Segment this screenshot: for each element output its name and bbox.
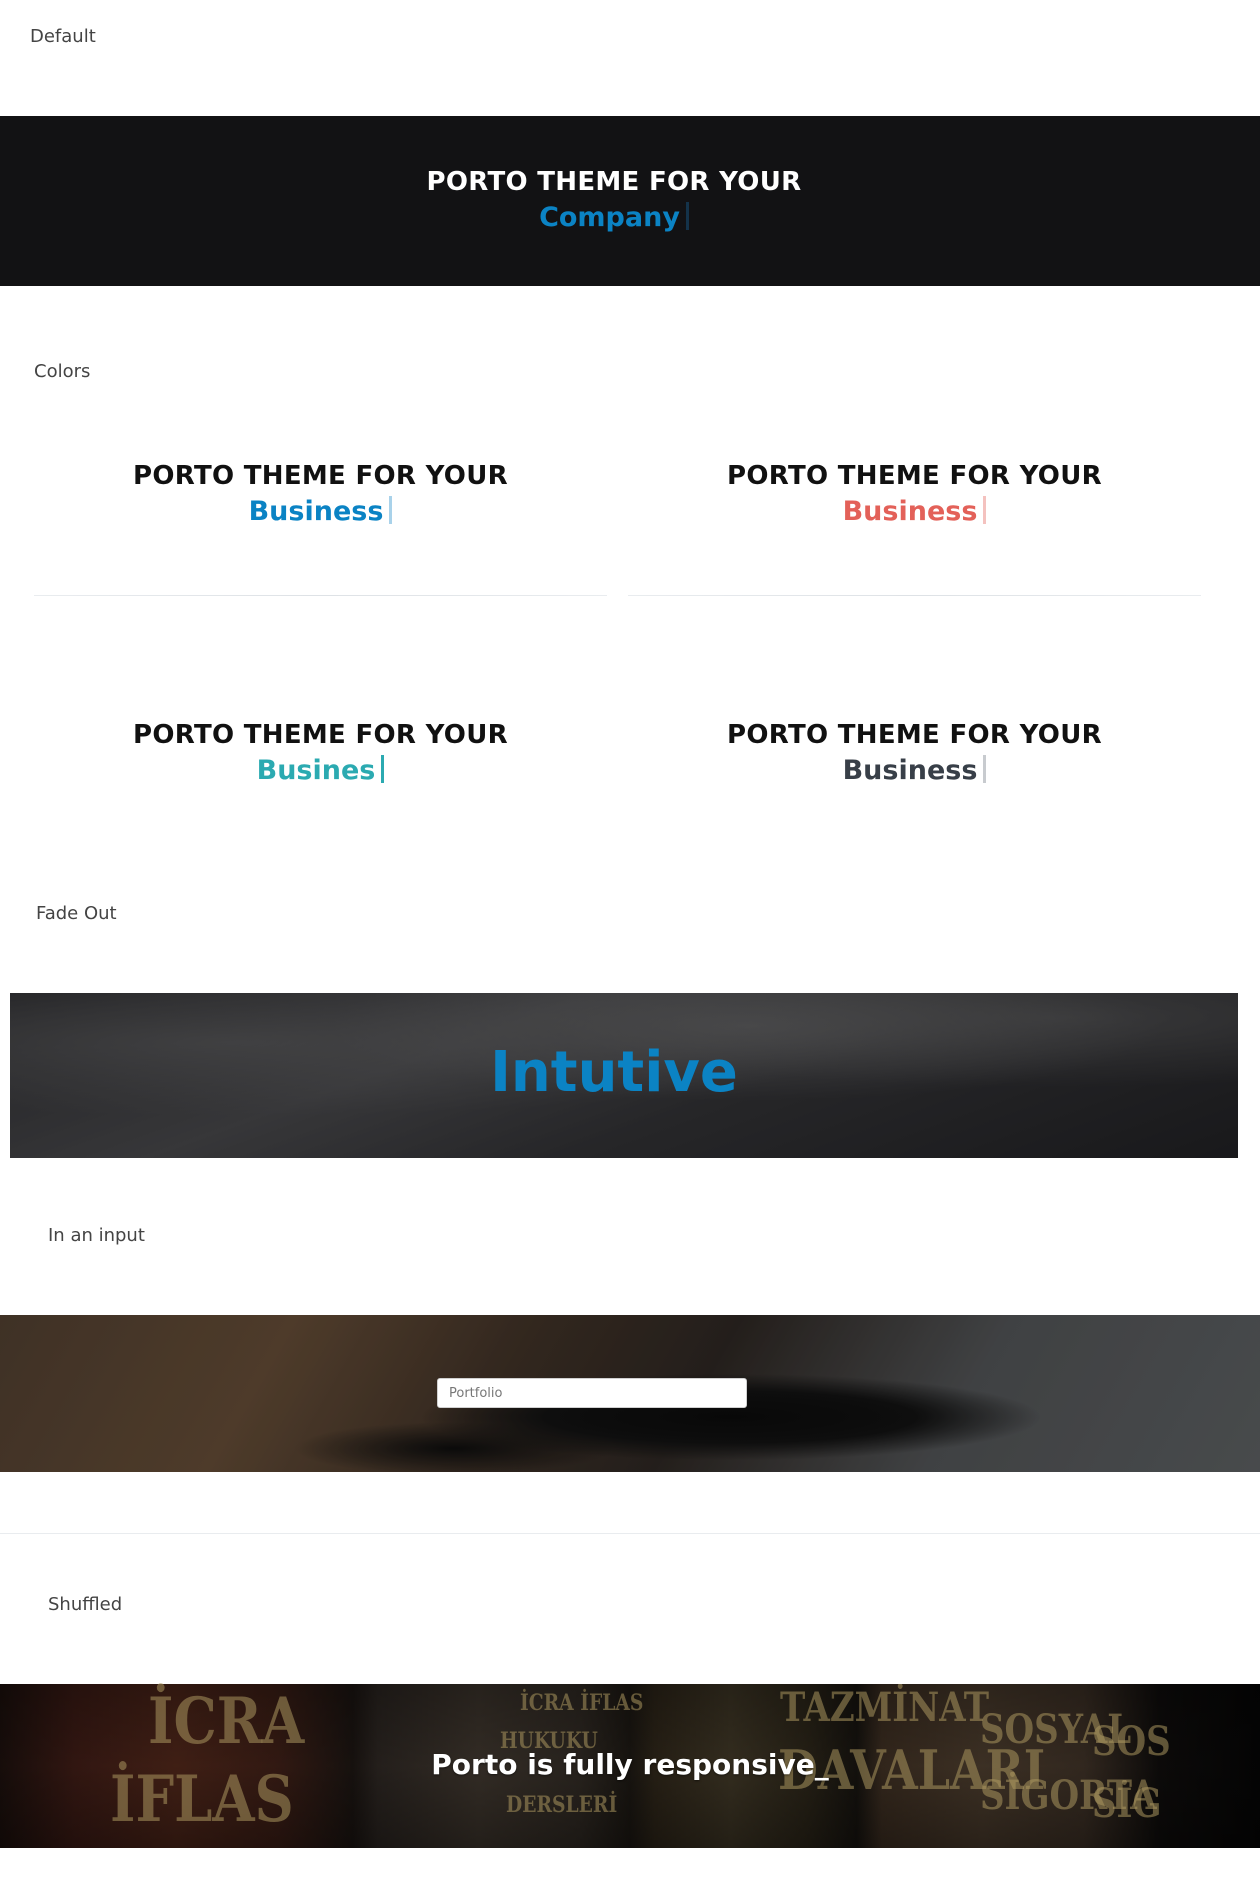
section-label-fade-out: Fade Out	[36, 903, 117, 924]
typewriter-word: Company	[539, 201, 680, 233]
color-demo-primary: PORTO THEME FOR YOUR Business	[34, 460, 607, 529]
book-spine-text: DERSLERİ	[506, 1792, 618, 1818]
typewriter-word: Business	[842, 495, 978, 527]
section-label-input: In an input	[48, 1225, 145, 1246]
typewriter-heading: PORTO THEME FOR YOUR	[133, 461, 508, 491]
typewriter-word: Busines	[256, 754, 376, 786]
color-demo-tertiary: PORTO THEME FOR YOUR Busines	[34, 719, 607, 788]
divider	[34, 595, 607, 596]
typewriter-caret	[389, 495, 393, 524]
divider	[0, 1533, 1260, 1534]
page-bottom	[0, 1848, 1260, 1883]
typewriter-heading: PORTO THEME FOR YOUR	[426, 167, 802, 197]
typewriter-caret	[685, 201, 689, 230]
book-spine-text: TAZMİNAT	[780, 1684, 990, 1731]
fade-out-word: Intutive	[490, 1040, 738, 1105]
typewriter-heading: PORTO THEME FOR YOUR	[727, 720, 1102, 750]
section-label-colors: Colors	[34, 361, 91, 382]
typewriter-word: Business	[248, 495, 384, 527]
typewriter-caret	[381, 754, 385, 783]
color-demo-dark: PORTO THEME FOR YOUR Business	[628, 719, 1201, 788]
typewriter-input[interactable]	[437, 1378, 747, 1408]
section-label-shuffled: Shuffled	[48, 1594, 123, 1615]
typewriter-caret	[983, 754, 987, 783]
default-typewriter-band: PORTO THEME FOR YOUR Company	[0, 116, 1260, 286]
typewriter-heading: PORTO THEME FOR YOUR	[727, 461, 1102, 491]
section-label-default: Default	[30, 26, 96, 47]
typewriter-caret	[983, 495, 987, 524]
typewriter-word: Business	[842, 754, 978, 786]
divider	[628, 595, 1201, 596]
book-spine-text: SİG	[1092, 1780, 1162, 1827]
typewriter-heading: PORTO THEME FOR YOUR	[133, 720, 508, 750]
color-demo-secondary: PORTO THEME FOR YOUR Business	[628, 460, 1201, 529]
default-typewriter: PORTO THEME FOR YOUR Company	[0, 166, 1228, 235]
shuffled-text: Porto is fully responsive_	[431, 1748, 829, 1781]
book-spine-text: İCRA İFLAS	[520, 1690, 644, 1716]
